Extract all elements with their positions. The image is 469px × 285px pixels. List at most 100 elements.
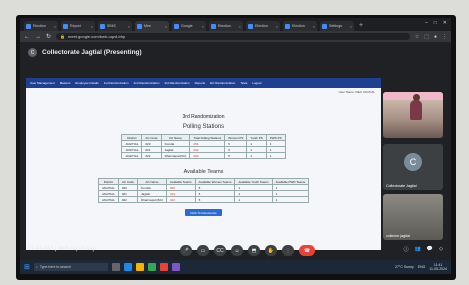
meet-stage: C Collectorate Jagtial (Presenting) User… <box>20 42 451 264</box>
people-icon[interactable]: 👥 <box>415 246 421 253</box>
table-cell: 1 <box>234 196 273 203</box>
browser-tab[interactable]: Settings × <box>320 21 354 31</box>
tab-close-icon[interactable]: × <box>239 24 241 29</box>
tab-favicon-icon <box>322 23 327 29</box>
lang-text[interactable]: ENG <box>418 265 426 269</box>
app-nav-item[interactable]: Logout <box>252 81 261 85</box>
reload-icon[interactable]: ↻ <box>46 33 51 40</box>
app-nav-item[interactable]: Reports <box>195 81 206 85</box>
camera-icon[interactable]: ▭ <box>197 245 209 256</box>
participant-tile-1[interactable] <box>383 92 443 138</box>
captions-icon[interactable]: CC <box>214 245 226 256</box>
browser-tab[interactable]: Google × <box>172 21 206 31</box>
tab-close-icon[interactable]: × <box>313 24 315 29</box>
info-icon[interactable]: ⓘ <box>404 246 409 253</box>
app-nav-item[interactable]: EO Randomization <box>210 81 235 85</box>
activities-icon[interactable]: ◇ <box>439 246 443 253</box>
shared-screen: User Management Masters Employee Details 1s… <box>26 78 381 250</box>
participant-tile-2[interactable]: C Collectorate Jagtial <box>383 144 443 190</box>
table-cell: JAGITIAL <box>97 196 119 203</box>
taskbar-search[interactable]: ⌕ Type here to search <box>33 263 108 271</box>
end-call-icon[interactable]: ☎ <box>299 245 315 256</box>
mic-icon[interactable]: 🎤 <box>180 245 192 256</box>
new-tab-button[interactable]: + <box>359 21 363 31</box>
presenter-avatar: C <box>28 48 37 57</box>
browser-tab[interactable]: Election × <box>209 21 243 31</box>
available-teams-heading: Available Teams <box>183 169 224 175</box>
tab-favicon-icon <box>137 23 142 29</box>
available-teams-table: District AC Code AC Name Available Teams Ava… <box>97 178 310 203</box>
app-nav-item[interactable]: Masters <box>60 81 71 85</box>
extensions-icon[interactable]: ⬚ <box>424 34 429 40</box>
tab-label: IEMS <box>107 24 116 28</box>
menu-icon[interactable]: ⋮ <box>442 34 447 40</box>
tab-label: Report <box>70 24 81 28</box>
windows-start-icon[interactable]: ⊞ <box>24 263 30 271</box>
app-icon[interactable] <box>171 263 180 271</box>
forward-icon[interactable]: → <box>35 34 41 40</box>
tab-favicon-icon <box>100 23 105 29</box>
browser-tab[interactable]: IEMS × <box>98 21 132 31</box>
search-placeholder: Type here to search <box>39 265 71 269</box>
app-nav-item[interactable]: 2nd Randomization <box>134 81 160 85</box>
screen: Election × Report × IEMS × Mee × Google × Election… <box>20 18 451 274</box>
app-nav-item[interactable]: User Management <box>30 81 55 85</box>
app-nav-item[interactable]: 3rd Randomization <box>164 81 189 85</box>
tab-close-icon[interactable]: × <box>91 24 93 29</box>
participant-tile-3[interactable]: collector jagtial <box>383 194 443 240</box>
tab-close-icon[interactable]: × <box>54 24 56 29</box>
browser-tab[interactable]: Election × <box>24 21 58 31</box>
tab-favicon-icon <box>174 23 179 29</box>
tab-label: Election <box>255 24 268 28</box>
tab-favicon-icon <box>26 23 31 29</box>
tab-favicon-icon <box>211 23 216 29</box>
weather-text[interactable]: 27°C Sunny <box>395 265 414 269</box>
randomize-button[interactable]: Click To Randomize <box>185 209 222 216</box>
browser-tab[interactable]: Election × <box>283 21 317 31</box>
table-cell: 269 <box>189 152 226 159</box>
tab-close-icon[interactable]: × <box>165 24 167 29</box>
lock-icon: 🔒 <box>60 34 66 39</box>
browser-toolbar: ← → ↻ 🔒 meet.google.com/bwh-oqzd-bhp ☆ ⬚… <box>20 31 451 42</box>
minimize-icon[interactable]: – <box>425 20 428 26</box>
participant-name: Collectorate Jagtial <box>386 184 417 188</box>
file-explorer-icon[interactable] <box>135 263 144 271</box>
participant-name: collector jagtial <box>386 234 410 238</box>
system-tray: 27°C Sunny ENG 11:41 11-05-2024 <box>395 263 447 271</box>
browser-tab[interactable]: Report × <box>61 21 95 31</box>
participant-figure <box>410 100 422 120</box>
address-bar[interactable]: 🔒 meet.google.com/bwh-oqzd-bhp <box>56 33 410 40</box>
task-view-icon[interactable] <box>111 263 120 271</box>
star-icon[interactable]: ☆ <box>415 34 419 40</box>
tab-close-icon[interactable]: × <box>202 24 204 29</box>
maximize-icon[interactable]: □ <box>434 20 437 26</box>
tab-close-icon[interactable]: × <box>276 24 278 29</box>
table-cell: 5 <box>194 196 236 203</box>
table-cell: 5 <box>224 152 248 159</box>
more-options-icon[interactable]: ⋮ <box>282 245 294 256</box>
app-nav-item[interactable]: 1st Randomization <box>104 81 129 85</box>
emoji-icon[interactable]: ☺ <box>231 245 243 256</box>
chrome-icon[interactable] <box>159 263 168 271</box>
profile-icon[interactable]: ● <box>434 34 437 40</box>
taskbar-clock[interactable]: 11:41 11-05-2024 <box>429 263 447 271</box>
app-nav-item[interactable]: Tests <box>240 81 247 85</box>
tab-label: Election <box>218 24 231 28</box>
edge-icon[interactable] <box>123 263 132 271</box>
app-icon[interactable] <box>147 263 156 271</box>
back-icon[interactable]: ← <box>24 34 30 40</box>
app-nav-item[interactable]: Employee Details <box>75 81 98 85</box>
browser-tab[interactable]: Mee × <box>135 21 169 31</box>
tab-close-icon[interactable]: × <box>128 24 130 29</box>
present-icon[interactable]: ⬒ <box>248 245 260 256</box>
close-icon[interactable]: ✕ <box>443 20 447 26</box>
browser-tab[interactable]: Election × <box>246 21 280 31</box>
page-title: 3rd Randomization <box>182 114 225 120</box>
tab-favicon-icon <box>285 23 290 29</box>
participant-avatar: C <box>404 153 422 171</box>
url-text: meet.google.com/bwh-oqzd-bhp <box>68 34 126 39</box>
tab-close-icon[interactable]: × <box>350 24 352 29</box>
clock-date: 11-05-2024 <box>429 267 447 271</box>
chat-icon[interactable]: 💬 <box>427 246 433 253</box>
raise-hand-icon[interactable]: ✋ <box>265 245 277 256</box>
